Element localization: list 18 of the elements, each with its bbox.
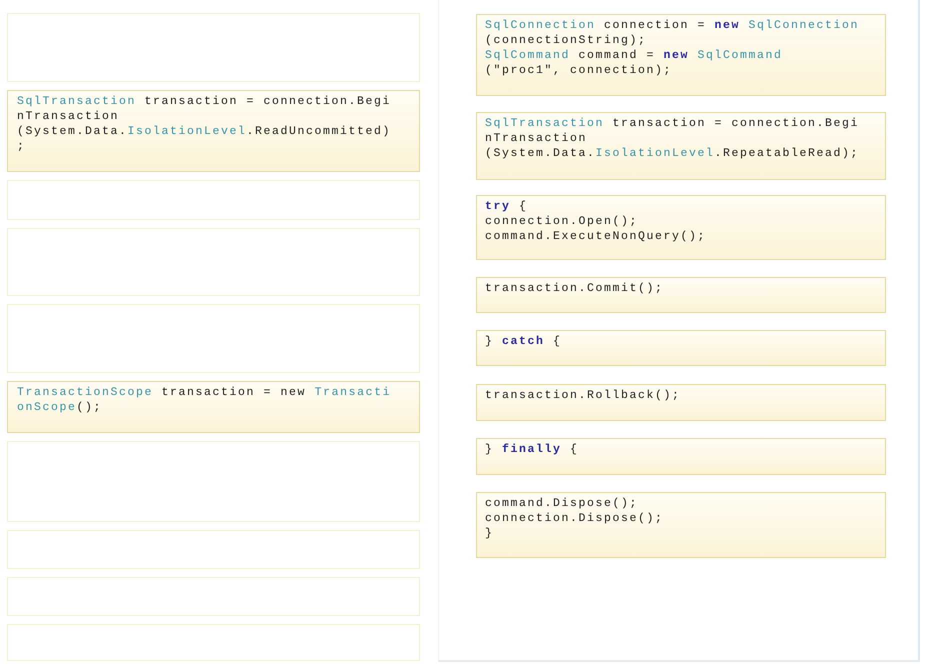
code-block[interactable]: TransactionScope transaction = new Transacti onScope(); bbox=[7, 381, 420, 433]
drop-slot[interactable] bbox=[7, 577, 420, 616]
code-block[interactable]: try { connection.Open(); command.ExecuteNonQuery(); bbox=[476, 195, 886, 260]
drop-slot[interactable] bbox=[7, 624, 420, 661]
drop-slot[interactable] bbox=[7, 304, 420, 373]
code-block[interactable]: SqlTransaction transaction = connection.Begi nTransaction (System.Data.IsolationLevel.RepeatableRead); bbox=[476, 112, 886, 180]
code-block[interactable]: SqlConnection connection = new SqlConnection (connectionString); SqlCommand command = new SqlCommand ("proc1", connection); bbox=[476, 14, 886, 96]
code-block[interactable]: } catch { bbox=[476, 330, 886, 366]
drop-slot[interactable] bbox=[7, 530, 420, 569]
drop-slot[interactable] bbox=[7, 13, 420, 82]
code-block[interactable]: command.Dispose(); connection.Dispose(); } bbox=[476, 492, 886, 558]
code-block[interactable]: transaction.Rollback(); bbox=[476, 384, 886, 421]
drop-slot[interactable] bbox=[7, 228, 420, 296]
code-block[interactable]: transaction.Commit(); bbox=[476, 277, 886, 313]
drop-slot[interactable] bbox=[7, 180, 420, 220]
code-block[interactable]: } finally { bbox=[476, 438, 886, 475]
code-block[interactable]: SqlTransaction transaction = connection.Begi nTransaction (System.Data.IsolationLevel.ReadUncommitted) ; bbox=[7, 90, 420, 172]
drop-slot[interactable] bbox=[7, 441, 420, 522]
